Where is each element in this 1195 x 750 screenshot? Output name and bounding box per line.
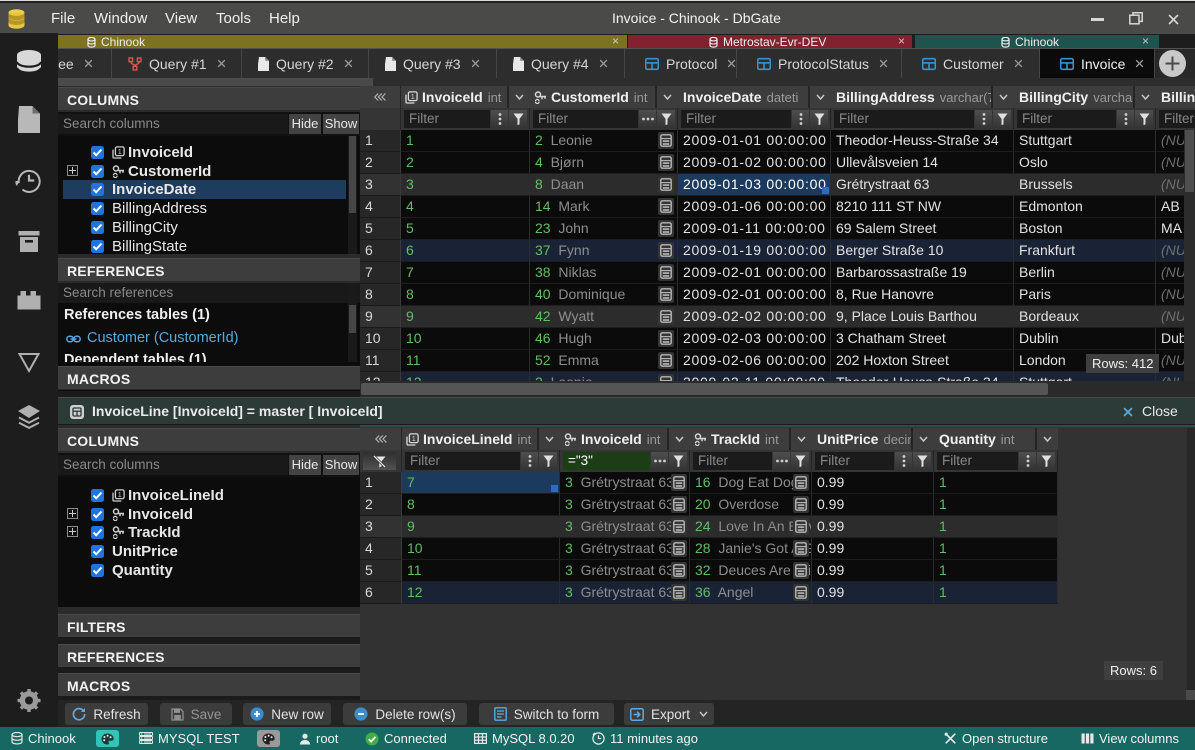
- svg-text:1: 1: [412, 434, 416, 443]
- svg-text:1: 1: [411, 92, 415, 101]
- svg-text:1: 1: [118, 490, 122, 499]
- svg-text:1: 1: [118, 147, 122, 156]
